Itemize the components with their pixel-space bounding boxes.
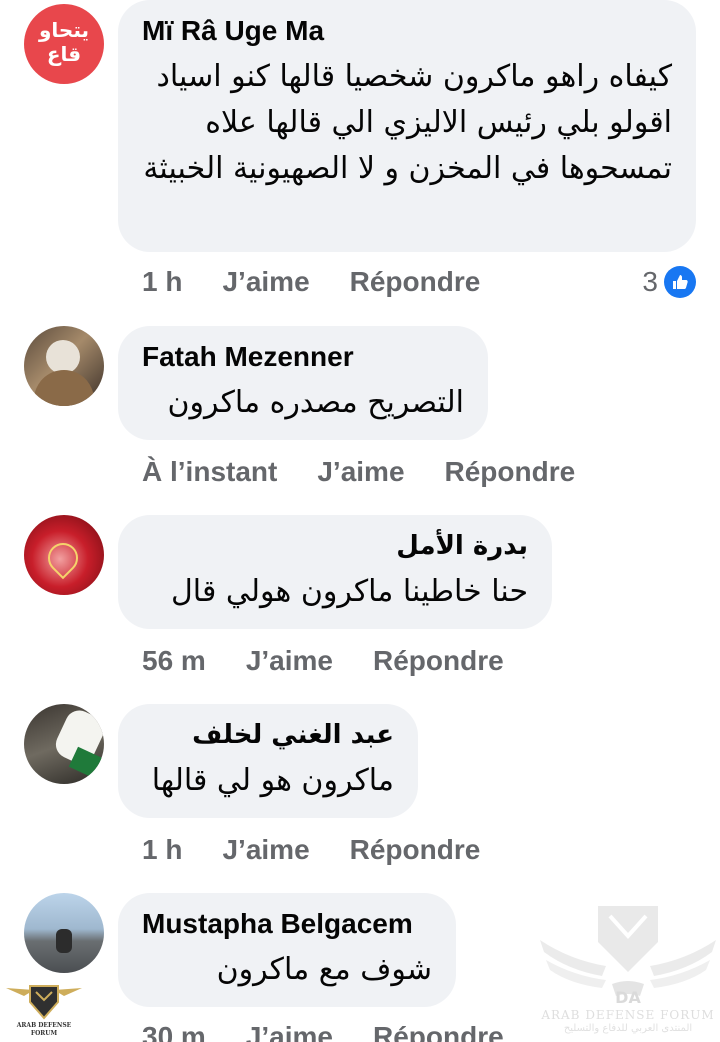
comment-author[interactable]: بدرة الأمل	[142, 529, 528, 563]
like-button[interactable]: J’aime	[246, 1021, 333, 1042]
avatar[interactable]	[24, 326, 104, 406]
comment-actions: À l’instant J’aime Répondre	[142, 452, 615, 492]
reply-button[interactable]: Répondre	[445, 456, 576, 488]
shield-logo-icon	[6, 985, 82, 1020]
watermark-right-text: ARAB DEFENSE FORUM	[541, 1008, 715, 1022]
like-button[interactable]: J’aime	[317, 456, 404, 488]
comment-time[interactable]: 30 m	[142, 1021, 206, 1042]
reaction-count: 3	[642, 266, 658, 297]
comment-bubble[interactable]: عبد الغني لخلف ماكرون هو لي قالها	[118, 704, 418, 818]
comment-author[interactable]: Fatah Mezenner	[142, 340, 464, 374]
comment-author[interactable]: عبد الغني لخلف	[142, 718, 394, 752]
comment-text: ماكرون هو لي قالها	[151, 763, 394, 798]
comment-bubble[interactable]: Mï Râ Uge Ma كيفاه راهو ماكرون شخصيا قال…	[118, 0, 696, 252]
comment-text: التصريح مصدره ماكرون	[167, 385, 464, 420]
comment-bubble[interactable]: Fatah Mezenner التصريح مصدره ماكرون	[118, 326, 488, 440]
reply-button[interactable]: Répondre	[373, 645, 504, 677]
avatar[interactable]	[24, 704, 104, 784]
comment-text: حنا خاطينا ماكرون هولي قال	[171, 574, 528, 609]
avatar-figure	[46, 340, 80, 374]
comment-time[interactable]: 1 h	[142, 266, 182, 298]
watermark-left: ARAB DEFENSE FORUM	[4, 978, 84, 1038]
comment-actions: 56 m J’aime Répondre	[142, 641, 544, 681]
comment-actions: 1 h J’aime Répondre	[142, 262, 520, 302]
avatar-logo-text: يتحاو قاع	[38, 18, 90, 66]
reaction-summary[interactable]: 3	[642, 266, 696, 298]
comment-author[interactable]: Mustapha Belgacem	[142, 907, 432, 941]
watermark-right-subtext: المنتدى العربي للدفاع والتسليح	[563, 1023, 693, 1034]
comment-text: كيفاه راهو ماكرون شخصيا قالها كنو اسياد …	[143, 59, 672, 186]
comment-bubble[interactable]: Mustapha Belgacem شوف مع ماكرون	[118, 893, 456, 1007]
avatar[interactable]: يتحاو قاع	[24, 4, 104, 84]
like-button[interactable]: J’aime	[246, 645, 333, 677]
comment-time[interactable]: 1 h	[142, 834, 182, 866]
watermark-logo-letters: DA	[615, 988, 641, 1007]
comment-time[interactable]: À l’instant	[142, 456, 277, 488]
avatar[interactable]	[24, 893, 104, 973]
watermark-left-text: ARAB DEFENSE FORUM	[16, 1022, 72, 1037]
reply-button[interactable]: Répondre	[350, 834, 481, 866]
comment-bubble[interactable]: بدرة الأمل حنا خاطينا ماكرون هولي قال	[118, 515, 552, 629]
comment-actions: 1 h J’aime Répondre	[142, 830, 520, 870]
comment-time[interactable]: 56 m	[142, 645, 206, 677]
heart-icon	[41, 536, 85, 580]
avatar-figure	[56, 929, 72, 953]
like-button[interactable]: J’aime	[222, 834, 309, 866]
like-button[interactable]: J’aime	[222, 266, 309, 298]
comment-actions: 30 m J’aime Répondre	[142, 1017, 544, 1042]
reply-button[interactable]: Répondre	[373, 1021, 504, 1042]
avatar-figure-body	[34, 370, 94, 406]
watermark-right: DA ARAB DEFENSE FORUM المنتدى العربي للد…	[540, 900, 716, 1040]
reply-button[interactable]: Répondre	[350, 266, 481, 298]
comment-author[interactable]: Mï Râ Uge Ma	[142, 14, 672, 48]
comment-text: شوف مع ماكرون	[216, 952, 432, 987]
thumbs-up-icon	[664, 266, 696, 298]
avatar[interactable]	[24, 515, 104, 595]
